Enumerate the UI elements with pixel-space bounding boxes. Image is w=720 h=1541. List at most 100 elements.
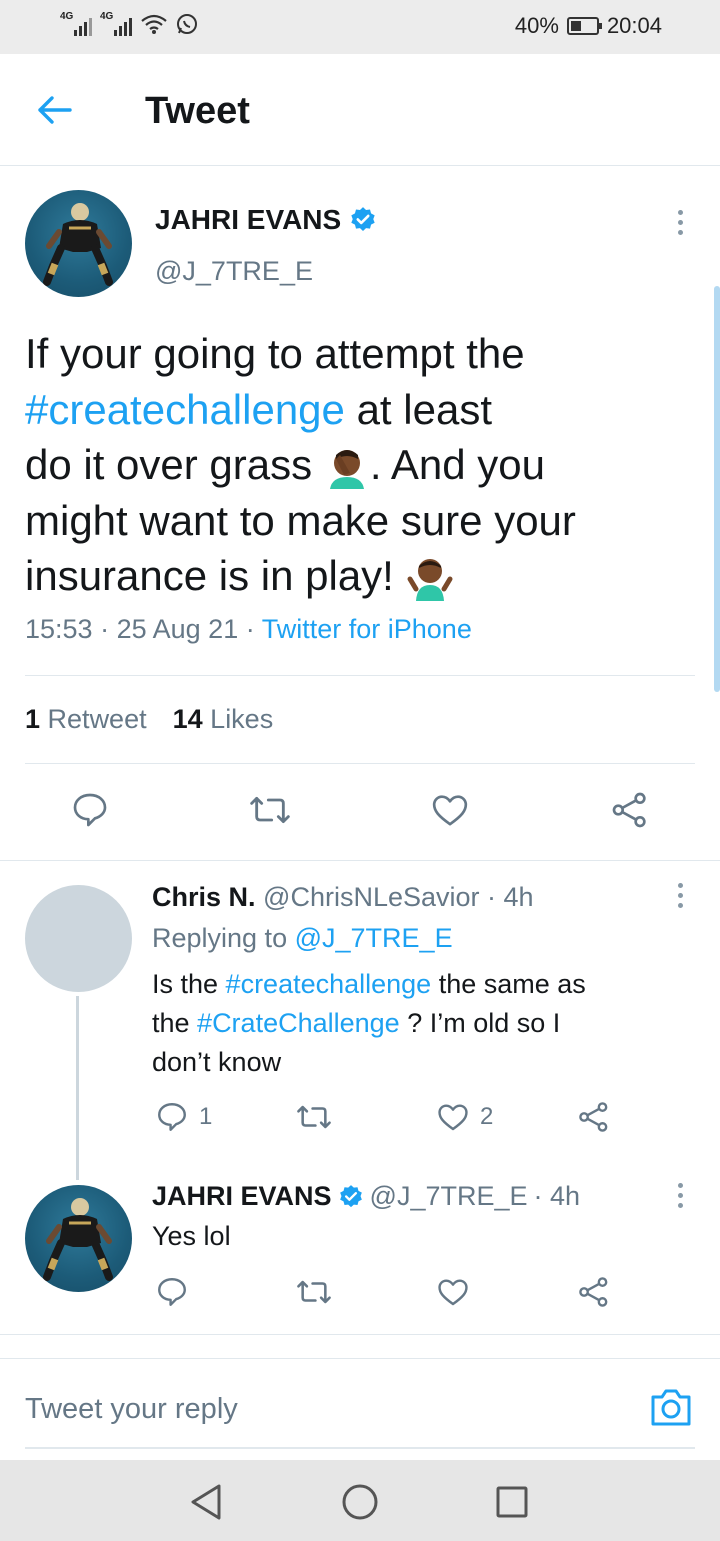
like-button[interactable] — [436, 1275, 470, 1309]
tweet-time: 15:53 — [25, 614, 93, 644]
reply-author-name[interactable]: JAHRI EVANS — [152, 1177, 332, 1216]
tweet-text-fragment: at least — [344, 385, 492, 433]
system-nav-bar — [0, 1460, 720, 1541]
shrug-emoji-icon — [407, 558, 453, 601]
reply-author-handle[interactable]: @ChrisNLeSavior — [263, 882, 479, 912]
comment-icon — [158, 1103, 186, 1131]
tweet-source-link[interactable]: Twitter for iPhone — [262, 614, 472, 644]
divider — [0, 1334, 720, 1335]
reply-text-line: the #CrateChallenge ? I’m old so I — [152, 1004, 586, 1043]
author-name[interactable]: JAHRI EVANS — [155, 204, 377, 236]
author-avatar[interactable] — [25, 190, 132, 297]
like-button[interactable]: 2 — [436, 1100, 493, 1134]
back-button[interactable] — [30, 90, 78, 130]
share-icon — [612, 792, 646, 828]
divider — [0, 860, 720, 861]
reply-body: Is the #createchallenge the same as the … — [152, 965, 586, 1082]
reply-button[interactable] — [70, 790, 110, 830]
more-options-icon[interactable] — [675, 883, 685, 908]
thread-connector — [76, 996, 79, 1180]
status-right: 40% 20:04 — [515, 13, 662, 39]
likes-stat[interactable]: 14 Likes — [173, 704, 274, 735]
like-button[interactable] — [430, 790, 470, 830]
tweet-date: 25 Aug 21 — [116, 614, 239, 644]
verified-badge-icon — [351, 207, 375, 231]
hashtag-link[interactable]: #CrateChallenge — [197, 1008, 400, 1038]
signal-icon: 4G — [60, 12, 92, 36]
reply-header: Chris N. @ChrisNLeSavior · 4h — [152, 878, 534, 917]
retweet-button[interactable] — [295, 1275, 333, 1309]
square-recents-icon — [496, 1486, 528, 1518]
share-button[interactable] — [577, 1100, 611, 1134]
share-button[interactable] — [610, 790, 650, 830]
status-left: 4G 4G — [60, 12, 198, 36]
reply-header: JAHRI EVANS @J_7TRE_E · 4h — [152, 1177, 580, 1216]
heart-icon — [438, 1104, 468, 1131]
verified-badge-icon — [339, 1184, 362, 1207]
reply-age: · 4h — [533, 1181, 581, 1211]
reply-input[interactable]: Tweet your reply — [25, 1393, 238, 1426]
reply-avatar[interactable] — [25, 885, 132, 992]
nav-back-button[interactable] — [183, 1480, 227, 1524]
tweet-line: might want to make sure your — [25, 496, 576, 544]
share-button[interactable] — [577, 1275, 611, 1309]
reply-text-fragment: Is the — [152, 969, 226, 999]
hashtag-link[interactable]: #createchallenge — [25, 386, 345, 433]
like-count: 2 — [480, 1103, 494, 1130]
retweets-stat[interactable]: 1 Retweet — [25, 704, 147, 735]
retweet-button[interactable] — [248, 790, 292, 830]
wifi-icon — [141, 14, 167, 34]
reply-actions: 1 2 — [0, 1100, 720, 1140]
tweet-line: insurance is in play! — [25, 548, 705, 604]
replying-to-link[interactable]: @J_7TRE_E — [295, 923, 453, 953]
retweet-label: Retweet — [47, 704, 147, 734]
nav-recents-button[interactable] — [490, 1480, 534, 1524]
battery-percent: 40% — [514, 13, 559, 38]
like-count: 14 — [172, 704, 203, 734]
tweet-actions — [0, 790, 720, 836]
input-underline — [25, 1447, 695, 1449]
facepalm-emoji-icon — [329, 449, 364, 489]
reply-text-fragment: the same as — [431, 969, 586, 999]
tweet-line: do it over grass . And you — [25, 437, 705, 493]
tweet-text-fragment: . And you — [369, 441, 545, 488]
author-handle[interactable]: @J_7TRE_E — [155, 256, 313, 287]
more-options-icon[interactable] — [675, 1183, 685, 1208]
reply-age: · 4h — [487, 882, 534, 912]
reply-text-fragment: ? I’m old so I — [399, 1008, 561, 1038]
heart-icon — [432, 795, 468, 826]
tweet-line: #createchallenge at least — [25, 382, 705, 438]
divider — [25, 675, 695, 676]
reply-text-fragment: the — [152, 1008, 198, 1038]
hashtag-link[interactable]: #createchallenge — [226, 969, 432, 999]
retweet-icon — [250, 796, 290, 824]
whatsapp-icon — [177, 14, 197, 34]
reply-button[interactable] — [155, 1275, 189, 1309]
circle-home-icon — [342, 1484, 378, 1520]
share-icon — [579, 1277, 608, 1307]
retweet-button[interactable] — [295, 1100, 333, 1134]
signal-icon-2: 4G — [100, 12, 132, 36]
page-title: Tweet — [145, 90, 250, 132]
reply-button[interactable]: 1 — [155, 1100, 212, 1134]
reply-author-handle[interactable]: @J_7TRE_E — [370, 1177, 528, 1216]
camera-button[interactable] — [650, 1387, 692, 1432]
comment-icon — [73, 793, 107, 827]
more-options-icon[interactable] — [675, 210, 685, 235]
arrow-left-icon — [38, 96, 72, 124]
comment-icon — [158, 1278, 186, 1306]
tweet-body: If your going to attempt the #createchal… — [25, 326, 705, 604]
retweet-icon — [297, 1280, 331, 1304]
divider — [25, 763, 695, 764]
replying-to: Replying to @J_7TRE_E — [152, 919, 453, 958]
app-header: Tweet — [0, 54, 720, 166]
heart-icon — [438, 1279, 468, 1306]
tweet-stats: 1 Retweet 14 Likes — [25, 704, 273, 735]
reply-composer: Tweet your reply — [0, 1358, 720, 1458]
scrollbar[interactable] — [714, 286, 720, 692]
reply-author-name[interactable]: Chris N. — [152, 882, 256, 912]
battery-icon — [566, 17, 602, 35]
tweet-meta: 15:53 · 25 Aug 21 · Twitter for iPhone — [25, 614, 472, 644]
nav-home-button[interactable] — [338, 1480, 382, 1524]
reply-text-line: don’t know — [152, 1047, 282, 1077]
